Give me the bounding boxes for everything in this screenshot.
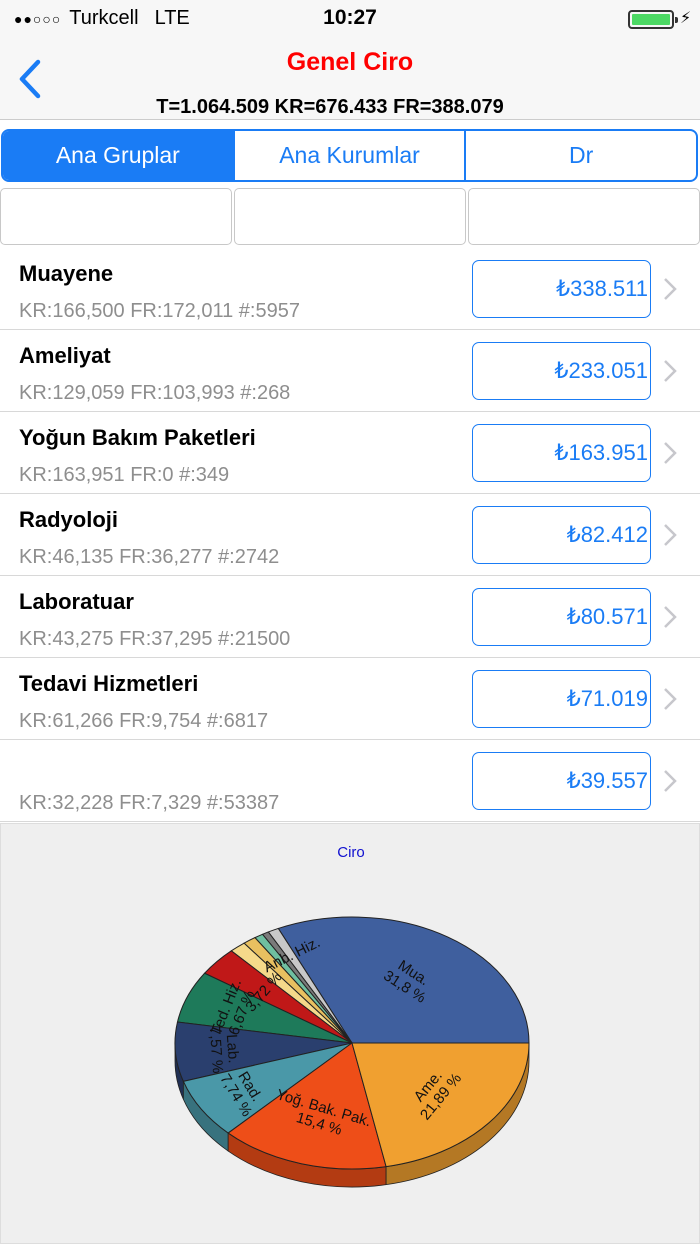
item-title: Muayene	[19, 261, 114, 286]
group-list: Muayene KR:166,500 FR:172,011 #:5957 ₺33…	[0, 248, 700, 822]
chevron-right-icon	[664, 442, 677, 464]
list-item[interactable]: Radyoloji KR:46,135 FR:36,277 #:2742 ₺82…	[0, 494, 700, 576]
value-button[interactable]: ₺338.511	[472, 260, 651, 318]
item-details: KR:46,135 FR:36,277 #:2742	[19, 546, 280, 568]
battery-level	[632, 14, 670, 25]
list-item[interactable]: Ameliyat KR:129,059 FR:103,993 #:268 ₺23…	[0, 330, 700, 412]
tab-dr[interactable]: Dr	[466, 131, 696, 180]
value-button[interactable]: ₺233.051	[472, 342, 651, 400]
navigation-bar: Genel Ciro T=1.064.509 KR=676.433 FR=388…	[0, 38, 700, 120]
page-title: Genel Ciro	[286, 48, 414, 76]
status-time: 10:27	[323, 6, 377, 29]
value-button[interactable]: ₺82.412	[472, 506, 651, 564]
list-item[interactable]: Laboratuar KR:43,275 FR:37,295 #:21500 ₺…	[0, 576, 700, 658]
value-button[interactable]: ₺39.557	[472, 752, 651, 810]
tab-ana-gruplar[interactable]: Ana Gruplar	[3, 131, 235, 180]
pie-chart: Mua.31,8 %Anb. Hiz.3,72 %Ted. Hiz.6,67 %…	[174, 916, 530, 1188]
item-details: KR:129,059 FR:103,993 #:268	[19, 382, 291, 404]
battery-icon	[628, 10, 678, 29]
chevron-right-icon	[664, 688, 677, 710]
battery-tip	[675, 17, 678, 23]
value-button[interactable]: ₺71.019	[472, 670, 651, 728]
item-title: Ameliyat	[19, 343, 111, 368]
segmented-control: Ana Gruplar Ana Kurumlar Dr	[1, 129, 698, 182]
item-title: Radyoloji	[19, 507, 119, 532]
item-details: KR:166,500 FR:172,011 #:5957	[19, 300, 300, 322]
filter-bar	[0, 188, 700, 245]
item-title: Laboratuar	[19, 589, 134, 614]
item-title: Yoğun Bakım Paketleri	[19, 425, 256, 450]
item-details: KR:43,275 FR:37,295 #:21500	[19, 628, 291, 650]
list-item[interactable]: Muayene KR:166,500 FR:172,011 #:5957 ₺33…	[0, 248, 700, 330]
chevron-right-icon	[664, 606, 677, 628]
filter-field-3[interactable]	[468, 188, 700, 245]
totals-summary: T=1.064.509 KR=676.433 FR=388.079	[156, 96, 504, 118]
filter-field-2[interactable]	[234, 188, 466, 245]
item-details: KR:32,228 FR:7,329 #:53387	[19, 792, 280, 814]
list-item[interactable]: Yoğun Bakım Paketleri KR:163,951 FR:0 #:…	[0, 412, 700, 494]
list-item[interactable]: Tedavi Hizmetleri KR:61,266 FR:9,754 #:6…	[0, 658, 700, 740]
chevron-right-icon	[664, 360, 677, 382]
value-button[interactable]: ₺163.951	[472, 424, 651, 482]
pie-chart-panel: Ciro Mua.31,8 % Anb. Hiz. 3,72 % Ted. Hiz.6…	[0, 823, 700, 1244]
item-title: Tedavi Hizmetleri	[19, 671, 199, 696]
status-bar: ●●○○○ Turkcell LTE 10:27 ⚡	[0, 0, 700, 38]
chevron-right-icon	[664, 770, 677, 792]
value-button[interactable]: ₺80.571	[472, 588, 651, 646]
tab-ana-kurumlar[interactable]: Ana Kurumlar	[235, 131, 467, 180]
list-item[interactable]: KR:32,228 FR:7,329 #:53387 ₺39.557	[0, 740, 700, 822]
item-details: KR:163,951 FR:0 #:349	[19, 464, 230, 486]
item-details: KR:61,266 FR:9,754 #:6817	[19, 710, 269, 732]
charging-bolt-icon: ⚡	[680, 10, 692, 27]
chevron-right-icon	[664, 278, 677, 300]
chevron-right-icon	[664, 524, 677, 546]
filter-field-1[interactable]	[0, 188, 232, 245]
